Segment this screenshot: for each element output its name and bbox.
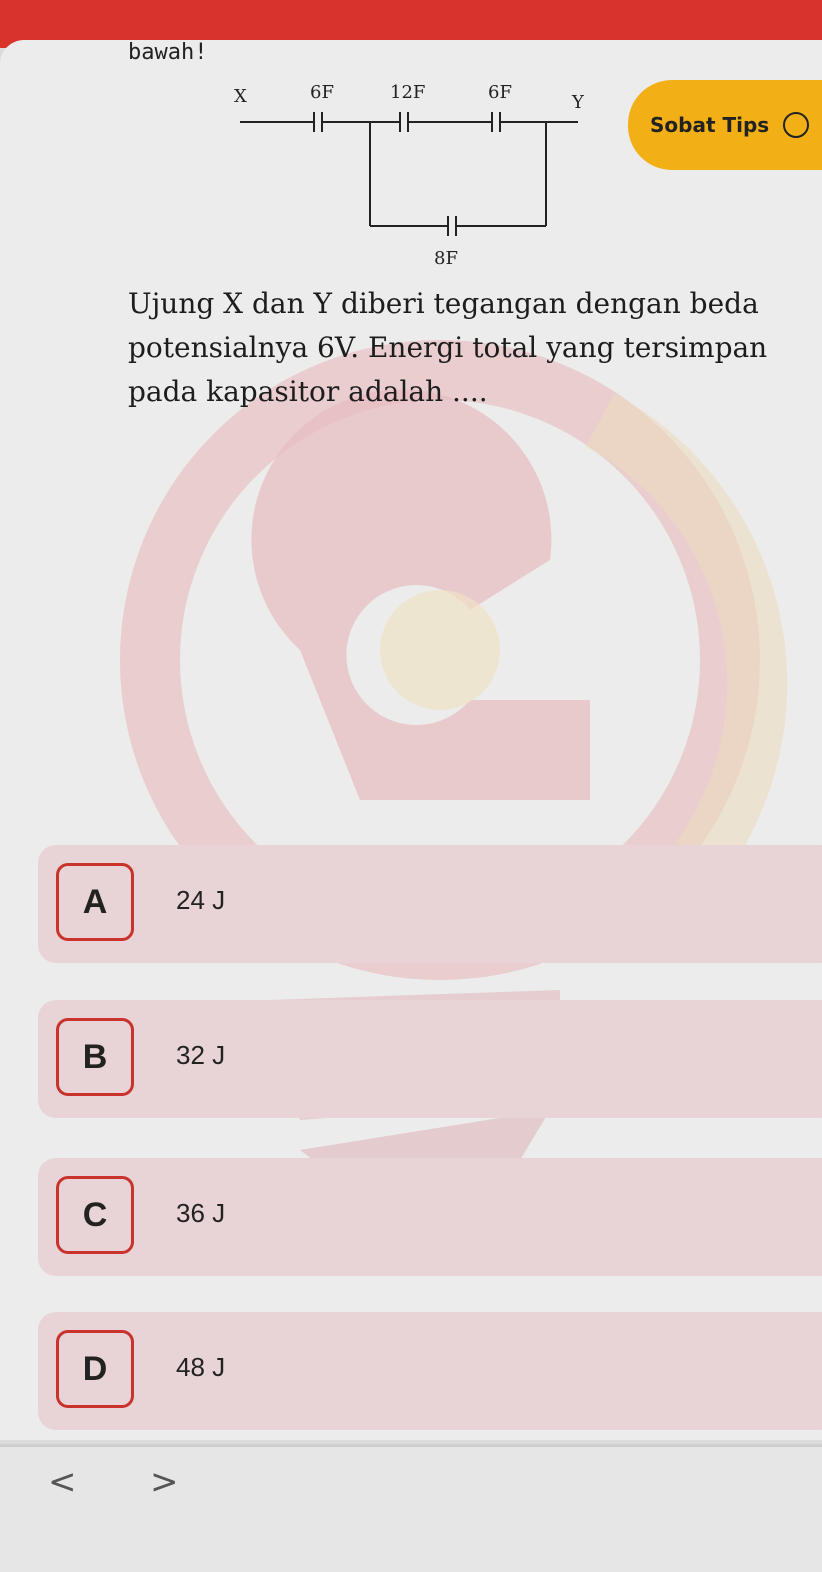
- terminal-x-label: X: [234, 86, 247, 107]
- option-b-letter: B: [56, 1018, 134, 1096]
- banner-cutoff-text: [0, 0, 822, 12]
- prev-arrow-icon[interactable]: <: [48, 1462, 77, 1502]
- option-a[interactable]: A 24 J: [38, 845, 822, 963]
- capacitor-circuit-diagram: X 6F 12F 6F Y 8F: [234, 82, 585, 269]
- option-c-value: 36 J: [176, 1198, 226, 1228]
- option-d[interactable]: D 48 J: [38, 1312, 822, 1430]
- option-a-value: 24 J: [176, 885, 226, 915]
- option-b[interactable]: B 32 J: [38, 1000, 822, 1118]
- sobat-tips-button[interactable]: Sobat Tips: [628, 80, 822, 170]
- option-a-letter: A: [56, 863, 134, 941]
- option-c[interactable]: C 36 J: [38, 1158, 822, 1276]
- next-arrow-icon[interactable]: >: [150, 1462, 179, 1502]
- option-d-value: 48 J: [176, 1352, 226, 1382]
- tips-icon: [783, 112, 810, 138]
- option-c-letter: C: [56, 1176, 134, 1254]
- capacitor-4-label: 8F: [434, 248, 458, 269]
- bottom-navigation-bar: [0, 1444, 822, 1572]
- partial-instruction-text: bawah!: [128, 40, 208, 65]
- circuit-wires: [240, 112, 578, 236]
- capacitor-1-label: 6F: [310, 82, 334, 103]
- terminal-y-label: Y: [571, 92, 585, 113]
- capacitor-2-label: 12F: [390, 82, 425, 103]
- option-d-letter: D: [56, 1330, 134, 1408]
- question-text: Ujung X dan Y diberi tegangan dengan bed…: [128, 287, 768, 408]
- capacitor-3-label: 6F: [488, 82, 512, 103]
- option-b-value: 32 J: [176, 1040, 226, 1070]
- sobat-tips-label: Sobat Tips: [650, 113, 770, 137]
